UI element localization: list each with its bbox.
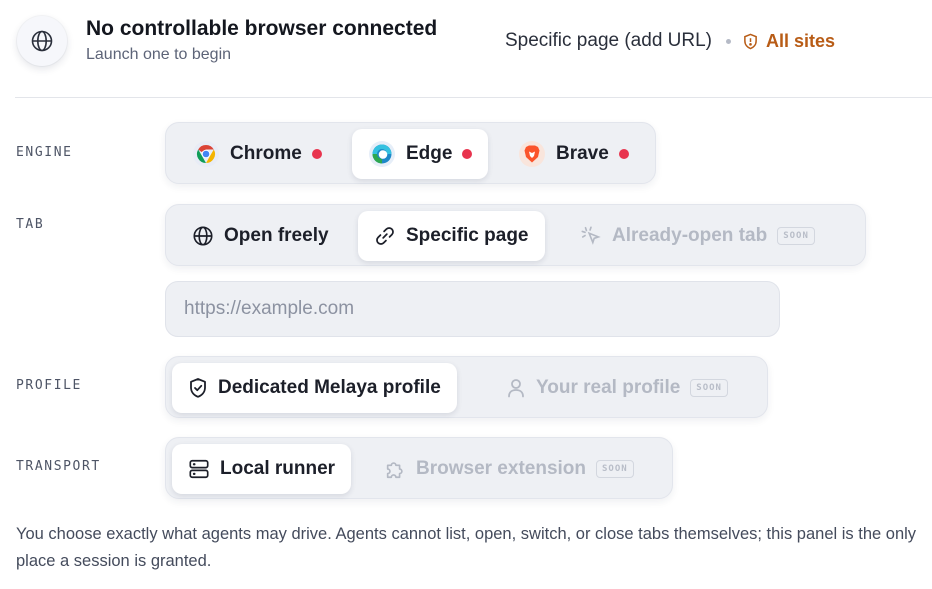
- connection-status-subtitle: Launch one to begin: [86, 46, 232, 63]
- profile-option-dedicated[interactable]: Dedicated Melaya profile: [172, 363, 457, 413]
- engine-option-label: Chrome: [230, 143, 302, 164]
- brave-icon: [518, 140, 546, 168]
- profile-selector: Dedicated Melaya profile Your real profi…: [165, 356, 768, 418]
- disconnected-status-dot: [618, 149, 629, 159]
- profile-option-real: Your real profile SOON: [490, 363, 744, 413]
- edge-icon: [368, 140, 396, 168]
- connection-status-title: No controllable browser connected: [86, 17, 438, 40]
- shield-alert-icon: [744, 33, 757, 49]
- link-icon: [374, 225, 396, 247]
- shield-check-icon: [188, 377, 208, 399]
- disconnected-status-dot: [462, 149, 473, 159]
- engine-option-edge[interactable]: Edge: [352, 129, 489, 179]
- specific-page-url-input[interactable]: [165, 281, 780, 337]
- engine-option-chrome[interactable]: Chrome: [176, 129, 338, 179]
- scope-text: Specific page (add URL): [505, 30, 712, 51]
- tab-option-label: Open freely: [224, 225, 329, 246]
- separator-dot: [726, 38, 731, 44]
- globe-icon: [192, 225, 214, 247]
- tab-option-label: Already-open tab: [612, 225, 768, 246]
- transport-label: TRANSPORT: [16, 459, 101, 474]
- puzzle-icon: [384, 458, 406, 480]
- chrome-icon: [192, 140, 220, 168]
- tab-option-label: Specific page: [406, 225, 529, 246]
- browser-status-icon: [17, 16, 67, 66]
- user-icon: [506, 377, 526, 399]
- transport-option-browser-extension: Browser extension SOON: [368, 444, 650, 494]
- profile-label: PROFILE: [16, 378, 82, 393]
- engine-option-label: Edge: [406, 143, 453, 164]
- globe-icon: [31, 30, 53, 52]
- profile-option-label: Dedicated Melaya profile: [218, 377, 441, 398]
- engine-option-label: Brave: [556, 143, 609, 164]
- server-icon: [188, 458, 210, 480]
- soon-badge: SOON: [777, 227, 815, 245]
- engine-label: ENGINE: [16, 145, 73, 160]
- pointer-click-icon: [580, 225, 602, 247]
- soon-badge: SOON: [690, 379, 728, 397]
- tab-option-specific-page[interactable]: Specific page: [358, 211, 545, 261]
- tab-option-open-freely[interactable]: Open freely: [176, 211, 345, 261]
- disconnected-status-dot: [311, 149, 322, 159]
- transport-option-label: Local runner: [220, 458, 336, 479]
- engine-option-brave[interactable]: Brave: [502, 129, 645, 179]
- all-sites-label: All sites: [766, 30, 836, 51]
- transport-option-local-runner[interactable]: Local runner: [172, 444, 352, 494]
- all-sites-link[interactable]: All sites: [743, 31, 835, 52]
- permission-footnote: You choose exactly what agents may drive…: [16, 525, 917, 570]
- tab-label: TAB: [16, 217, 45, 232]
- tab-option-already-open: Already-open tab SOON: [564, 211, 831, 261]
- transport-selector: Local runner Browser extension SOON: [165, 437, 673, 499]
- profile-option-label: Your real profile: [536, 377, 681, 398]
- tab-selector: Open freely Specific page Already-open t…: [165, 204, 866, 266]
- transport-option-label: Browser extension: [416, 458, 586, 479]
- header-divider: [15, 97, 932, 98]
- scope-summary: Specific page (add URL) All sites: [505, 30, 835, 52]
- engine-selector: Chrome Edge Brave: [165, 122, 656, 184]
- soon-badge: SOON: [596, 460, 634, 478]
